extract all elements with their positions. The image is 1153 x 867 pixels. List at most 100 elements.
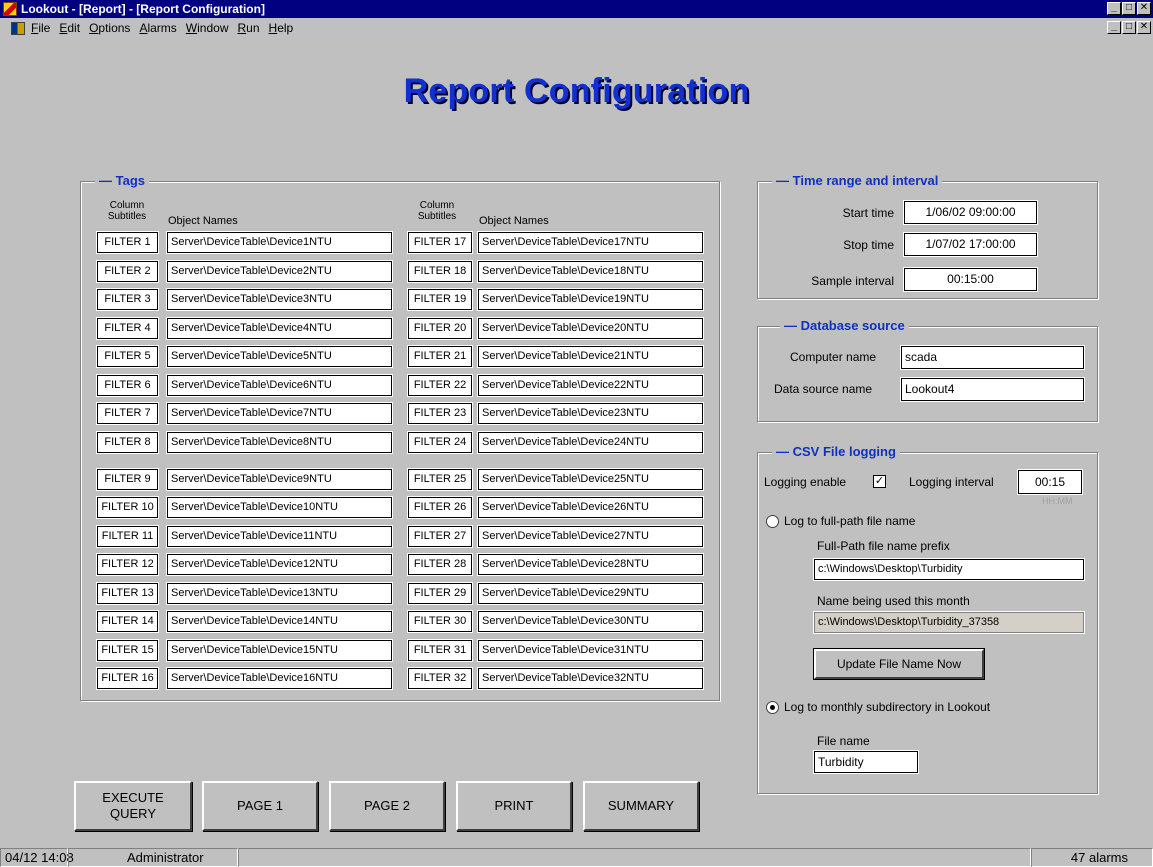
tag-object-field-right[interactable]: Server\DeviceTable\Device21NTU [478,346,703,367]
tag-object-field-left[interactable]: Server\DeviceTable\Device5NTU [167,346,392,367]
doc-maximize-icon[interactable]: □ [1122,21,1136,34]
tag-object-field-left[interactable]: Server\DeviceTable\Device3NTU [167,289,392,310]
tag-object-field-left[interactable]: Server\DeviceTable\Device9NTU [167,469,392,490]
close-icon[interactable]: ✕ [1137,2,1151,15]
page-2-button[interactable]: PAGE 2 [329,781,445,831]
tag-object-field-right[interactable]: Server\DeviceTable\Device20NTU [478,318,703,339]
tag-object-field-left[interactable]: Server\DeviceTable\Device1NTU [167,232,392,253]
doc-close-icon[interactable]: ✕ [1137,21,1151,34]
menu-edit[interactable]: Edit [59,21,80,35]
tag-subtitle-field-left[interactable]: FILTER 4 [97,318,158,339]
tag-object-field-left[interactable]: Server\DeviceTable\Device7NTU [167,403,392,424]
tag-object-field-left[interactable]: Server\DeviceTable\Device14NTU [167,611,392,632]
tag-object-field-left[interactable]: Server\DeviceTable\Device16NTU [167,668,392,689]
file-prefix-field[interactable]: c:\Windows\Desktop\Turbidity [814,559,1084,580]
tag-subtitle-field-left[interactable]: FILTER 9 [97,469,158,490]
tag-subtitle-field-right[interactable]: FILTER 23 [408,403,472,424]
menu-alarms[interactable]: Alarms [139,21,176,35]
monthly-subdirectory-radio-label[interactable]: Log to monthly subdirectory in Lookout [784,700,990,714]
print-button[interactable]: PRINT [456,781,572,831]
tag-object-field-left[interactable]: Server\DeviceTable\Device8NTU [167,432,392,453]
tag-object-field-left[interactable]: Server\DeviceTable\Device11NTU [167,526,392,547]
doc-minimize-icon[interactable]: _ [1107,21,1121,34]
tag-object-field-right[interactable]: Server\DeviceTable\Device19NTU [478,289,703,310]
tag-subtitle-field-right[interactable]: FILTER 28 [408,554,472,575]
tag-subtitle-field-right[interactable]: FILTER 21 [408,346,472,367]
tag-object-field-left[interactable]: Server\DeviceTable\Device15NTU [167,640,392,661]
tag-subtitle-field-left[interactable]: FILTER 15 [97,640,158,661]
menu-options[interactable]: Options [89,21,130,35]
full-path-radio[interactable] [766,515,779,528]
maximize-icon[interactable]: □ [1122,2,1136,15]
tag-object-field-left[interactable]: Server\DeviceTable\Device2NTU [167,261,392,282]
tag-object-field-left[interactable]: Server\DeviceTable\Device13NTU [167,583,392,604]
tag-object-field-right[interactable]: Server\DeviceTable\Device22NTU [478,375,703,396]
tag-subtitle-field-left[interactable]: FILTER 10 [97,497,158,518]
sample-interval-field[interactable]: 00:15:00 [904,268,1037,291]
tag-object-field-left[interactable]: Server\DeviceTable\Device6NTU [167,375,392,396]
tag-subtitle-field-left[interactable]: FILTER 2 [97,261,158,282]
tag-object-field-right[interactable]: Server\DeviceTable\Device26NTU [478,497,703,518]
tag-subtitle-field-left[interactable]: FILTER 3 [97,289,158,310]
tag-object-field-right[interactable]: Server\DeviceTable\Device30NTU [478,611,703,632]
tag-subtitle-field-left[interactable]: FILTER 11 [97,526,158,547]
menu-run[interactable]: Run [237,21,259,35]
tag-subtitle-field-right[interactable]: FILTER 22 [408,375,472,396]
tag-subtitle-field-right[interactable]: FILTER 29 [408,583,472,604]
tag-subtitle-field-left[interactable]: FILTER 5 [97,346,158,367]
data-source-name-field[interactable]: Lookout4 [901,378,1084,401]
tag-object-field-right[interactable]: Server\DeviceTable\Device25NTU [478,469,703,490]
tag-subtitle-field-right[interactable]: FILTER 25 [408,469,472,490]
tag-subtitle-field-right[interactable]: FILTER 24 [408,432,472,453]
status-alarms[interactable]: 47 alarms [1031,848,1153,867]
full-path-radio-label[interactable]: Log to full-path file name [784,514,915,528]
tag-subtitle-field-right[interactable]: FILTER 30 [408,611,472,632]
tag-object-field-right[interactable]: Server\DeviceTable\Device31NTU [478,640,703,661]
logging-interval-field[interactable]: 00:15 [1018,470,1082,494]
tag-subtitle-field-left[interactable]: FILTER 1 [97,232,158,253]
tag-object-field-left[interactable]: Server\DeviceTable\Device12NTU [167,554,392,575]
tag-object-field-right[interactable]: Server\DeviceTable\Device17NTU [478,232,703,253]
minimize-icon[interactable]: _ [1107,2,1121,15]
tag-subtitle-field-left[interactable]: FILTER 6 [97,375,158,396]
document-icon[interactable] [11,21,25,35]
summary-button[interactable]: SUMMARY [583,781,699,831]
lookout-app-icon[interactable] [3,2,17,16]
tag-subtitle-field-right[interactable]: FILTER 31 [408,640,472,661]
tag-object-field-right[interactable]: Server\DeviceTable\Device18NTU [478,261,703,282]
tag-object-field-left[interactable]: Server\DeviceTable\Device4NTU [167,318,392,339]
update-file-name-button[interactable]: Update File Name Now [813,648,985,680]
file-name-field[interactable]: Turbidity [814,751,918,773]
tag-object-field-right[interactable]: Server\DeviceTable\Device32NTU [478,668,703,689]
tag-subtitle-field-left[interactable]: FILTER 8 [97,432,158,453]
tag-object-field-right[interactable]: Server\DeviceTable\Device27NTU [478,526,703,547]
tag-subtitle-field-right[interactable]: FILTER 17 [408,232,472,253]
tag-subtitle-field-right[interactable]: FILTER 26 [408,497,472,518]
tag-subtitle-field-left[interactable]: FILTER 13 [97,583,158,604]
tag-object-field-right[interactable]: Server\DeviceTable\Device23NTU [478,403,703,424]
menu-help[interactable]: Help [269,21,294,35]
tag-object-field-right[interactable]: Server\DeviceTable\Device24NTU [478,432,703,453]
execute-query-button[interactable]: EXECUTE QUERY [74,781,192,831]
tag-subtitle-field-right[interactable]: FILTER 20 [408,318,472,339]
logging-enable-checkbox[interactable]: ✓ [873,475,886,488]
tag-subtitle-field-left[interactable]: FILTER 7 [97,403,158,424]
tag-subtitle-field-right[interactable]: FILTER 19 [408,289,472,310]
tag-subtitle-field-left[interactable]: FILTER 16 [97,668,158,689]
computer-name-field[interactable]: scada [901,346,1084,369]
start-time-field[interactable]: 1/06/02 09:00:00 [904,201,1037,224]
page-1-button[interactable]: PAGE 1 [202,781,318,831]
tag-subtitle-field-left[interactable]: FILTER 12 [97,554,158,575]
tag-subtitle-field-right[interactable]: FILTER 27 [408,526,472,547]
tag-subtitle-field-left[interactable]: FILTER 14 [97,611,158,632]
tag-object-field-right[interactable]: Server\DeviceTable\Device28NTU [478,554,703,575]
menu-window[interactable]: Window [186,21,229,35]
tag-object-field-left[interactable]: Server\DeviceTable\Device10NTU [167,497,392,518]
tag-object-field-right[interactable]: Server\DeviceTable\Device29NTU [478,583,703,604]
logging-enable-label: Logging enable [764,475,847,489]
menu-file[interactable]: File [31,21,50,35]
stop-time-field[interactable]: 1/07/02 17:00:00 [904,233,1037,256]
tag-subtitle-field-right[interactable]: FILTER 18 [408,261,472,282]
monthly-subdirectory-radio[interactable] [766,701,779,714]
tag-subtitle-field-right[interactable]: FILTER 32 [408,668,472,689]
